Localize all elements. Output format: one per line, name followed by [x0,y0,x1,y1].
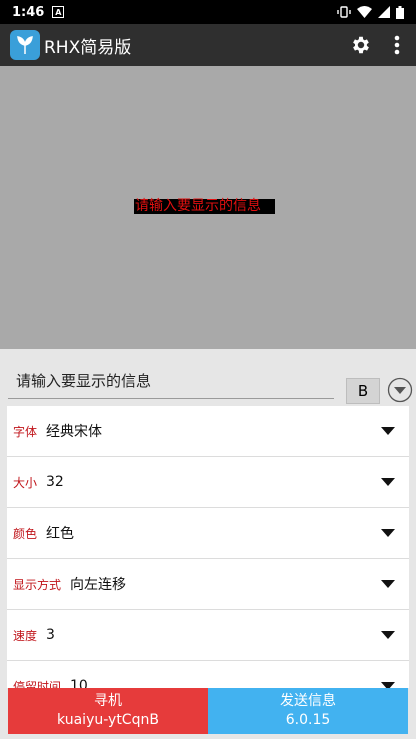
option-label: 大小 [13,475,38,490]
dropdown-arrow-icon [381,478,395,486]
status-time: 1:46 [12,4,45,20]
status-bar: 1:46 A [0,0,416,24]
status-icons [337,5,404,19]
option-speed[interactable]: 速度 3 [7,610,409,661]
bottom-strip [0,734,416,739]
signal-icon [378,6,390,18]
app-version: 6.0.15 [285,712,331,728]
dropdown-arrow-icon [381,631,395,639]
option-value: 向左连移 [70,577,127,593]
send-message-label: 发送信息 [280,693,336,709]
bold-button[interactable]: B [346,378,380,404]
option-size[interactable]: 大小 32 [7,457,409,508]
option-value: 32 [46,474,64,490]
expand-circle-icon[interactable] [387,377,413,403]
options-list: 字体 经典宋体 大小 32 颜色 红色 显示方式 向左连移 速度 3 停留时间 … [7,406,409,688]
option-stay-time[interactable]: 停留时间 10 [7,661,409,688]
message-input[interactable] [8,363,334,399]
send-message-button[interactable]: 发送信息 6.0.15 [208,688,408,734]
option-label: 显示方式 [13,577,62,592]
dropdown-arrow-icon [381,427,395,435]
find-device-label: 寻机 [94,693,122,709]
option-color[interactable]: 颜色 红色 [7,508,409,559]
more-vert-icon[interactable] [394,35,400,55]
bottom-action-bar: 寻机 kuaiyu-ytCqnB 发送信息 6.0.15 [8,688,408,734]
app-title: RHX简易版 [44,37,132,58]
wifi-icon [357,6,372,18]
vibrate-icon [337,6,351,18]
option-value: 10 [70,678,88,688]
notification-a-icon: A [52,6,65,18]
option-label: 字体 [13,424,38,439]
preview-text: 请输入要显示的信息 [134,199,275,214]
option-display-mode[interactable]: 显示方式 向左连移 [7,559,409,610]
battery-icon [396,5,404,19]
settings-gear-icon[interactable] [350,34,372,56]
option-value: 3 [46,627,55,643]
app-bar: RHX简易版 [0,24,416,66]
option-value: 经典宋体 [46,424,103,440]
option-label: 速度 [13,628,38,643]
find-device-button[interactable]: 寻机 kuaiyu-ytCqnB [8,688,208,734]
device-name: kuaiyu-ytCqnB [57,712,159,728]
option-label: 颜色 [13,526,38,541]
dropdown-arrow-icon [381,529,395,537]
dropdown-arrow-icon [381,580,395,588]
option-label: 停留时间 [13,679,62,689]
app-logo-icon [10,30,40,60]
option-font[interactable]: 字体 经典宋体 [7,406,409,457]
option-value: 红色 [46,526,75,542]
